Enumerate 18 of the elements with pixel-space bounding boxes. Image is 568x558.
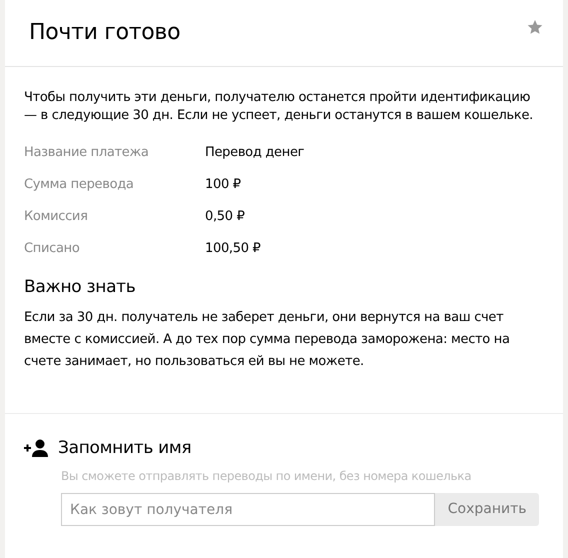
detail-value: 0,50 ₽ — [205, 208, 245, 226]
add-person-icon — [24, 439, 50, 458]
page-title: Почти готово — [29, 20, 180, 46]
hint-text: Вы сможете отправлять переводы по имени, без номера кошелька — [61, 468, 472, 485]
section-heading: Запомнить имя — [58, 436, 192, 460]
section-heading: Важно знать — [24, 276, 137, 299]
star-icon[interactable] — [527, 19, 543, 35]
detail-value: 100 ₽ — [205, 176, 241, 194]
notice-text: Чтобы получить эти деньги, получателю останется пройти идентификацию — в следующие 30 дн. Если не успеет, деньги останутся в вашем кошельке. — [24, 89, 534, 125]
detail-label: Списано — [24, 240, 80, 258]
detail-value: 100,50 ₽ — [205, 240, 260, 258]
info-paragraph: Если за 30 дн. получатель не заберет деньги, они вернутся на ваш счет вместе с комиссией. А до тех пор сумма перевода заморожена: место на счете занимает, но пользоваться ей вы не можете. — [24, 308, 511, 370]
detail-label: Название платежа — [24, 144, 150, 162]
name-input[interactable]: Как зовут получателя — [61, 493, 436, 526]
detail-value: Перевод денег — [205, 144, 304, 162]
detail-label: Сумма перевода — [24, 176, 135, 194]
detail-label: Комиссия — [24, 208, 89, 226]
save-button[interactable]: Сохранить — [435, 493, 539, 526]
